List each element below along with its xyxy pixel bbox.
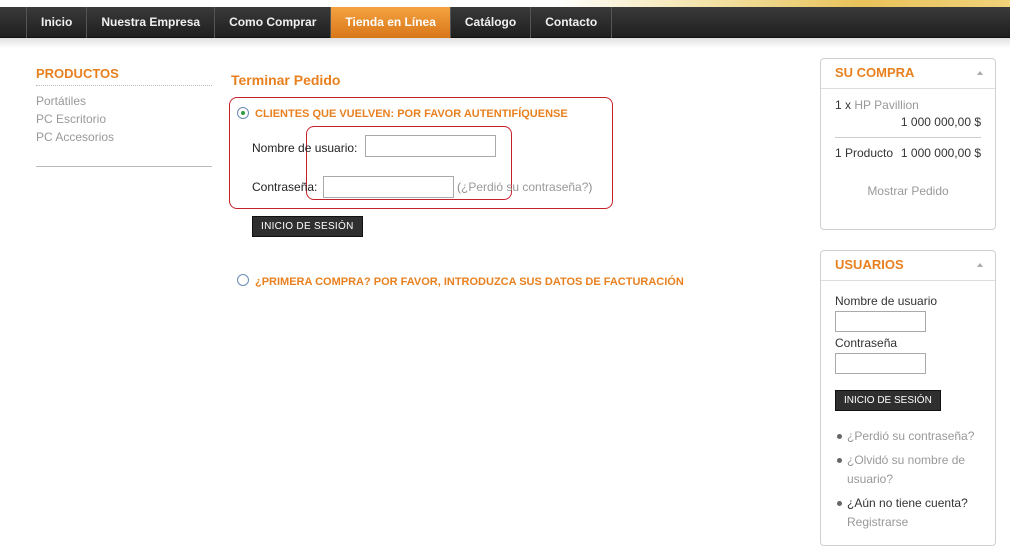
cart-panel: SU COMPRA 1 x HP Pavillion 1 000 000,00 … bbox=[820, 58, 996, 230]
list-item: ¿Aún no tiene cuenta? Registrarse bbox=[835, 494, 981, 532]
collapse-arrow-icon[interactable] bbox=[977, 263, 983, 267]
side-username-label: Nombre de usuario bbox=[835, 294, 938, 308]
collapse-arrow-icon[interactable] bbox=[977, 71, 983, 75]
nav-item-tienda-en-linea[interactable]: Tienda en Línea bbox=[331, 7, 451, 38]
users-panel-body: Nombre de usuario Contraseña INICIO DE S… bbox=[821, 281, 995, 545]
no-account-text: ¿Aún no tiene cuenta? bbox=[847, 496, 968, 510]
login-button[interactable]: INICIO DE SESIÓN bbox=[252, 216, 363, 237]
cart-panel-body: 1 x HP Pavillion 1 000 000,00 $ 1 Produc… bbox=[821, 89, 995, 206]
users-panel-header: USUARIOS bbox=[821, 251, 995, 281]
nav-shadow bbox=[0, 38, 1010, 48]
sidebar-divider bbox=[36, 166, 212, 167]
show-order-link[interactable]: Mostrar Pedido bbox=[835, 184, 981, 198]
forgot-password-side-link[interactable]: ¿Perdió su contraseña? bbox=[847, 429, 974, 443]
nav-item-catalogo[interactable]: Catálogo bbox=[451, 7, 532, 38]
cart-divider bbox=[835, 137, 981, 138]
forgot-close-paren: ) bbox=[588, 180, 593, 194]
bullet-icon bbox=[837, 501, 842, 506]
username-label: Nombre de usuario: bbox=[252, 141, 358, 155]
list-item: ¿Olvidó su nombre de usuario? bbox=[835, 451, 981, 489]
checkout-section: Terminar Pedido CLIENTES QUE VUELVEN: PO… bbox=[229, 72, 791, 288]
nav-item-inicio[interactable]: Inicio bbox=[27, 7, 88, 38]
forgot-password-note: (¿Perdió su contraseña?) bbox=[457, 180, 592, 194]
list-item: ¿Perdió su contraseña? bbox=[835, 427, 981, 446]
product-category-pc-accesorios[interactable]: PC Accesorios bbox=[36, 128, 212, 146]
top-banner-strip bbox=[0, 0, 1010, 7]
bullet-icon bbox=[837, 434, 842, 439]
returning-customer-radio[interactable] bbox=[237, 107, 249, 119]
cart-total-row: 1 Producto 1 000 000,00 $ bbox=[835, 145, 981, 162]
nav-item-nuestra-empresa[interactable]: Nuestra Empresa bbox=[87, 7, 216, 38]
password-label: Contraseña: bbox=[252, 180, 318, 194]
nav-item-contacto[interactable]: Contacto bbox=[531, 7, 613, 38]
account-links: ¿Perdió su contraseña? ¿Olvidó su nombre… bbox=[835, 427, 981, 532]
side-password-input[interactable] bbox=[835, 353, 926, 374]
forgot-username-link[interactable]: ¿Olvidó su nombre de usuario? bbox=[847, 453, 965, 486]
users-panel: USUARIOS Nombre de usuario Contraseña IN… bbox=[820, 250, 996, 546]
returning-customer-label: CLIENTES QUE VUELVEN: POR FAVOR AUTENTIF… bbox=[255, 108, 568, 120]
product-category-portatiles[interactable]: Portátiles bbox=[36, 92, 212, 110]
page-title: Terminar Pedido bbox=[231, 72, 341, 88]
cart-title: SU COMPRA bbox=[835, 65, 915, 80]
cart-panel-header: SU COMPRA bbox=[821, 59, 995, 89]
main-menu: Inicio Nuestra Empresa Como Comprar Tien… bbox=[26, 7, 613, 38]
first-purchase-radio[interactable] bbox=[237, 274, 249, 286]
side-username-input[interactable] bbox=[835, 311, 926, 332]
nav-item-como-comprar[interactable]: Como Comprar bbox=[215, 7, 332, 38]
products-sidebar: PRODUCTOS Portátiles PC Escritorio PC Ac… bbox=[36, 66, 212, 167]
main-navigation-bar: Inicio Nuestra Empresa Como Comprar Tien… bbox=[0, 7, 1010, 38]
first-purchase-label: ¿PRIMERA COMPRA? POR FAVOR, INTRODUZCA S… bbox=[255, 276, 684, 288]
products-title: PRODUCTOS bbox=[36, 66, 212, 86]
cart-item: 1 x HP Pavillion bbox=[835, 97, 981, 114]
username-input[interactable] bbox=[365, 135, 496, 157]
cart-item-product-link[interactable]: HP Pavillion bbox=[854, 98, 918, 112]
cart-count: 1 Producto bbox=[835, 146, 894, 160]
cart-total: 1 000 000,00 $ bbox=[900, 146, 981, 160]
password-input[interactable] bbox=[323, 176, 454, 198]
register-link[interactable]: Registrarse bbox=[847, 515, 908, 529]
products-list: Portátiles PC Escritorio PC Accesorios bbox=[36, 92, 212, 146]
bullet-icon bbox=[837, 458, 842, 463]
cart-item-price: 1 000 000,00 $ bbox=[900, 115, 981, 129]
side-login-button[interactable]: INICIO DE SESIÓN bbox=[835, 390, 941, 411]
side-password-label: Contraseña bbox=[835, 336, 898, 350]
product-category-pc-escritorio[interactable]: PC Escritorio bbox=[36, 110, 212, 128]
forgot-password-link[interactable]: ¿Perdió su contraseña? bbox=[461, 180, 588, 194]
users-title: USUARIOS bbox=[835, 257, 904, 272]
cart-item-qty: 1 x bbox=[835, 98, 852, 112]
